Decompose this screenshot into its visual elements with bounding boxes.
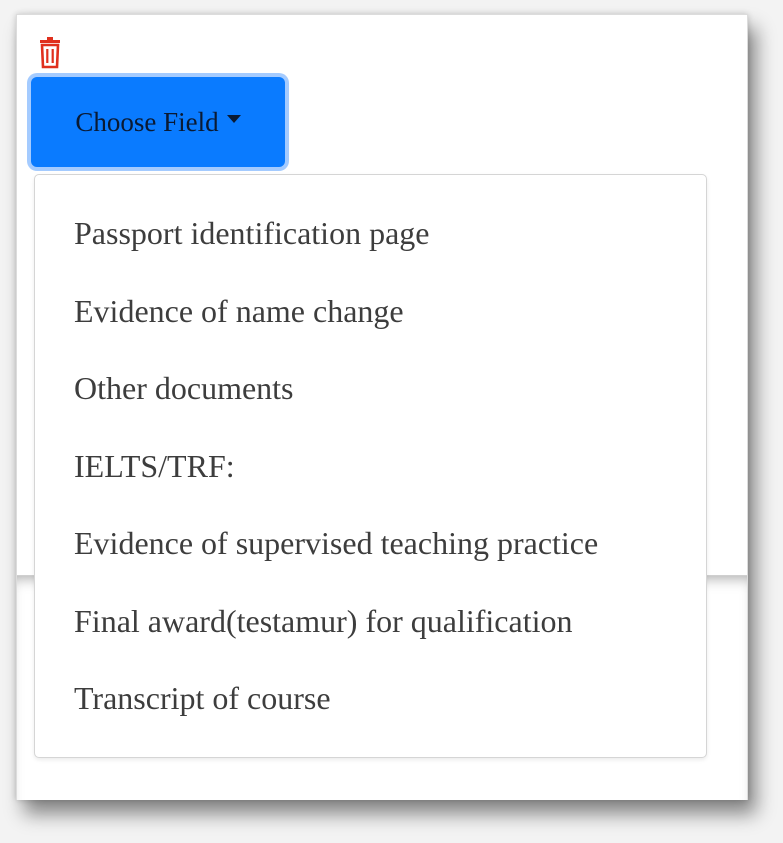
choose-field-label: Choose Field <box>75 106 219 137</box>
choose-field-button[interactable]: Choose Field <box>31 77 285 167</box>
menu-item-transcript[interactable]: Transcript of course <box>35 660 706 738</box>
menu-item-ielts-trf[interactable]: IELTS/TRF: <box>35 428 706 506</box>
menu-item-passport[interactable]: Passport identification page <box>35 195 706 273</box>
trash-icon[interactable] <box>37 37 63 69</box>
menu-item-other-documents[interactable]: Other documents <box>35 350 706 428</box>
dropdown-menu: Passport identification page Evidence of… <box>34 174 707 758</box>
menu-item-teaching-practice[interactable]: Evidence of supervised teaching practice <box>35 505 706 583</box>
menu-item-final-award[interactable]: Final award(testamur) for qualification <box>35 583 706 661</box>
menu-item-name-change[interactable]: Evidence of name change <box>35 273 706 351</box>
caret-down-icon <box>226 115 241 123</box>
form-card: Choose Field Passport identification pag… <box>16 14 748 800</box>
